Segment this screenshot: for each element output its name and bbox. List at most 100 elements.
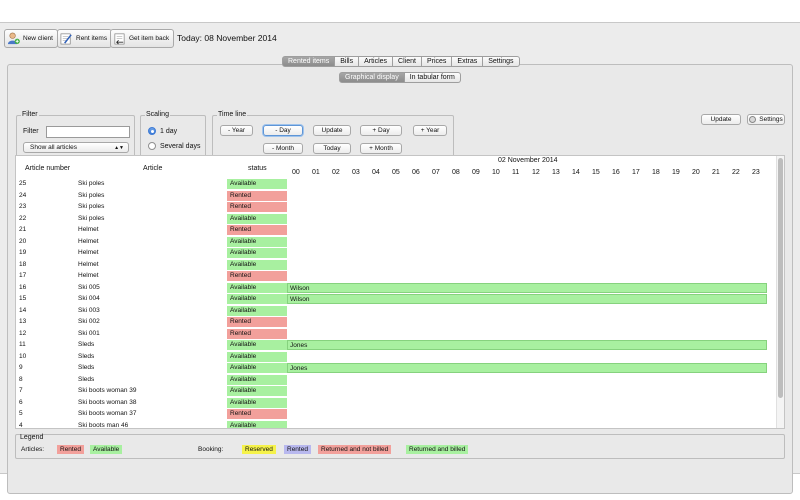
booking-bar[interactable]: Jones [287,363,767,373]
tab-prices[interactable]: Prices [421,56,453,67]
status-badge: Available [227,374,287,385]
scaling-several-days-label: Several days [160,142,201,150]
table-row[interactable]: 24 Ski poles Rented [16,190,776,202]
minus-year-button[interactable]: - Year [220,125,253,136]
tab-tabular-form[interactable]: In tabular form [404,72,461,83]
table-row[interactable]: 12 Ski 001 Rented [16,328,776,340]
col-header-article-number: Article number [25,165,71,172]
get-item-back-icon [114,33,125,45]
status-badge: Rented [227,409,287,419]
tab-settings[interactable]: Settings [483,56,520,67]
table-row[interactable]: 11 Sleds Available Jones [16,339,776,351]
table-row[interactable]: 14 Ski 003 Available [16,305,776,317]
table-row[interactable]: 15 Ski 004 Available Wilson [16,293,776,305]
vertical-scrollbar[interactable] [776,156,784,428]
filter-label: Filter [23,128,39,135]
table-row[interactable]: 16 Ski 005 Available Wilson [16,282,776,294]
table-row[interactable]: 7 Ski boots woman 39 Available [16,385,776,397]
table-row[interactable]: 21 Helmet Rented [16,224,776,236]
new-client-button[interactable]: New client [4,29,58,48]
today-button[interactable]: Today [313,143,351,154]
timeline-group-title: Time line [217,111,248,118]
article-number-cell: 9 [19,364,23,371]
status-badge: Available [227,236,287,247]
article-number-cell: 12 [19,329,27,337]
article-name-cell: Helmet [78,272,99,279]
table-row[interactable]: 8 Sleds Available [16,374,776,386]
minus-day-button[interactable]: - Day [263,125,303,136]
tab-rented-items[interactable]: Rented items [282,56,336,67]
scrollbar-thumb[interactable] [778,158,783,398]
tab-extras[interactable]: Extras [452,56,484,67]
article-name-cell: Ski 003 [78,306,100,314]
article-number-cell: 7 [19,387,23,394]
table-row[interactable]: 9 Sleds Available Jones [16,362,776,374]
get-item-back-button[interactable]: Get item back [110,29,175,48]
filter-select[interactable]: Show all articles ▲▼ [23,142,129,153]
article-name-cell: Helmet [78,226,99,233]
tab-bills[interactable]: Bills [335,56,360,67]
select-arrows-icon: ▲▼ [114,145,124,151]
status-badge: Available [227,248,287,258]
table-row[interactable]: 13 Ski 002 Rented [16,316,776,328]
table-row[interactable]: 19 Helmet Available [16,247,776,259]
plus-month-button[interactable]: + Month [360,143,402,154]
update-button[interactable]: Update [701,114,741,125]
hour-label: 15 [592,169,600,176]
timeline-update-button[interactable]: Update [313,125,351,136]
article-name-cell: Ski poles [78,203,105,210]
legend-booking-label: Booking: [198,446,224,453]
hour-label: 13 [552,169,560,176]
plus-year-button[interactable]: + Year [413,125,447,136]
table-row[interactable]: 23 Ski poles Rented [16,201,776,213]
hour-label: 07 [432,169,440,176]
table-row[interactable]: 6 Ski boots woman 38 Available [16,397,776,409]
article-name-cell: Helmet [78,260,99,268]
article-name-cell: Sleds [78,375,95,383]
article-name-cell: Helmet [78,249,99,256]
table-row[interactable]: 5 Ski boots woman 37 Rented [16,408,776,420]
scaling-several-days-radio[interactable]: Several days [148,142,200,150]
status-badge: Rented [227,202,287,212]
rent-items-icon [60,33,72,45]
article-number-cell: 17 [19,272,27,279]
article-name-cell: Ski boots woman 39 [78,387,137,394]
table-row[interactable]: 20 Helmet Available [16,236,776,248]
tab-articles[interactable]: Articles [359,56,394,67]
filter-input[interactable] [46,126,130,138]
minus-month-button[interactable]: - Month [263,143,303,154]
article-number-cell: 19 [19,249,27,256]
legend-booking-reserved: Reserved [242,445,276,454]
article-number-cell: 4 [19,421,23,429]
table-row[interactable]: 17 Helmet Rented [16,270,776,282]
table-row[interactable]: 18 Helmet Available [16,259,776,271]
booking-bar[interactable]: Jones [287,340,767,350]
status-badge: Available [227,259,287,270]
scaling-1-day-radio[interactable]: 1 day [148,127,177,135]
table-row[interactable]: 10 Sleds Available [16,351,776,363]
hour-label: 22 [732,169,740,176]
tab-client[interactable]: Client [393,56,422,67]
article-number-cell: 10 [19,352,27,360]
status-badge: Available [227,351,287,362]
article-name-cell: Helmet [78,237,99,245]
new-client-label: New client [23,35,53,42]
tab-graphical-display[interactable]: Graphical display [339,72,405,83]
booking-bar[interactable]: Wilson [287,282,767,293]
table-row[interactable]: 25 Ski poles Available [16,178,776,190]
plus-day-button[interactable]: + Day [360,125,402,136]
article-number-cell: 23 [19,203,27,210]
settings-button[interactable]: Settings [747,114,785,125]
article-name-cell: Sleds [78,352,95,360]
hour-label: 06 [412,169,420,176]
table-row[interactable]: 4 Ski boots man 46 Available [16,420,776,429]
hour-label: 10 [492,169,500,176]
booking-bar[interactable]: Wilson [287,294,767,304]
status-badge: Available [227,363,287,373]
status-badge: Rented [227,271,287,281]
hour-label: 04 [372,169,380,176]
article-number-cell: 8 [19,375,23,383]
rent-items-button[interactable]: Rent items [57,29,113,48]
table-row[interactable]: 22 Ski poles Available [16,213,776,225]
article-name-cell: Ski 002 [78,318,100,325]
